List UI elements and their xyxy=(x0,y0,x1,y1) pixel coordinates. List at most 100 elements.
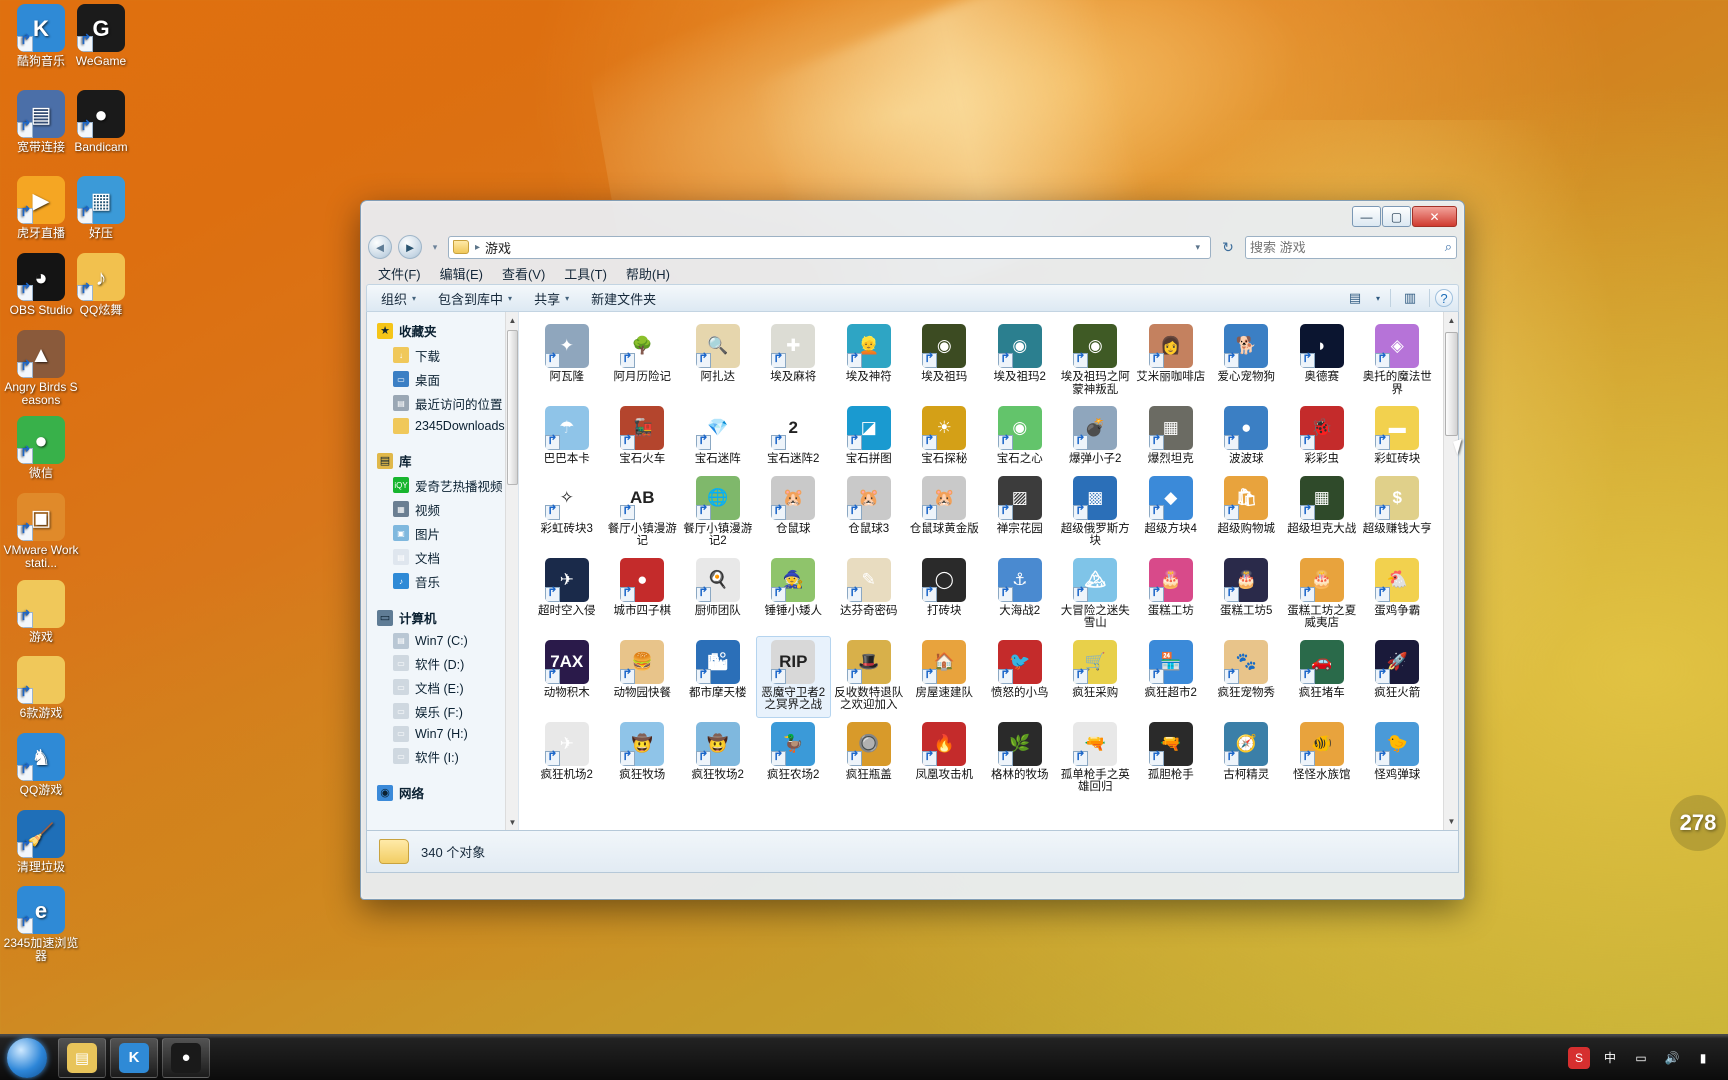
sidebar-item-drive-icon[interactable]: ▭ 文档 (E:) xyxy=(367,675,518,699)
file-item[interactable]: ◗ 奥德赛 xyxy=(1284,320,1360,402)
sogou-input-icon[interactable]: S xyxy=(1568,1046,1590,1069)
file-item[interactable]: ✧ 彩虹砖块3 xyxy=(529,472,605,554)
file-item[interactable]: 🚗 疯狂堵车 xyxy=(1284,636,1360,718)
file-item[interactable]: RIP恶魔守卫者2之冥界之战 xyxy=(755,635,831,718)
file-item[interactable]: ▬ 彩虹砖块 xyxy=(1360,402,1436,472)
sidebar-item-pictures-library-icon[interactable]: ▣ 图片 xyxy=(367,521,518,545)
breadcrumb-current-folder[interactable]: 游戏 xyxy=(485,238,1189,257)
sidebar-group-network-icon[interactable]: ◉ 网络 xyxy=(367,780,518,805)
sidebar-item-music-library-icon[interactable]: ♪ 音乐 xyxy=(367,569,518,593)
start-button[interactable] xyxy=(0,1035,54,1080)
chevron-down-icon[interactable]: ▾ xyxy=(1371,287,1385,309)
view-layout-icon[interactable]: ▤ xyxy=(1341,287,1369,309)
file-item[interactable]: ▨ 禅宗花园 xyxy=(982,472,1058,554)
file-item[interactable]: 🏠 房屋速建队 xyxy=(907,636,983,718)
sidebar-item-drive-icon[interactable]: ▭ 软件 (D:) xyxy=(367,651,518,675)
taskbar[interactable]: ▤ K ● S 中 ▭ 🔊 ▮ xyxy=(0,1034,1728,1080)
file-list-pane[interactable]: ✦ 阿瓦隆 🌳 阿月历险记 🔍 阿扎达 ✚ 埃及麻将 👱 埃及神符 ◉ 埃及祖玛 ◉ 埃及祖玛2 ◉ 埃及祖玛… xyxy=(519,312,1458,830)
forward-button[interactable]: ► xyxy=(398,235,422,259)
sidebar-scrollbar[interactable]: ▲ ▼ xyxy=(505,312,518,830)
file-item[interactable]: ◯ 打砖块 xyxy=(907,554,983,636)
sidebar-item-iqiyi-icon[interactable]: iQY 爱奇艺热播视频 xyxy=(367,473,518,497)
desktop-icon[interactable]: 游戏 xyxy=(2,580,80,644)
file-item[interactable]: 🏪 疯狂超市2 xyxy=(1133,636,1209,718)
ime-chinese-icon[interactable]: 中 xyxy=(1599,1047,1621,1069)
file-item[interactable]: ⚓ 大海战2 xyxy=(982,554,1058,636)
file-item[interactable]: 🎂 蛋糕工坊 xyxy=(1133,554,1209,636)
recent-pages-dropdown-icon[interactable]: ▾ xyxy=(428,242,442,253)
sidebar-item-drive-icon[interactable]: ▭ 娱乐 (F:) xyxy=(367,699,518,723)
menu-item[interactable]: 工具(T) xyxy=(556,262,615,285)
file-item[interactable]: 🚂 宝石火车 xyxy=(605,402,681,472)
scroll-down-icon[interactable]: ▼ xyxy=(506,814,518,830)
file-item[interactable]: 🎩反收数特退队之欢迎加入 xyxy=(831,636,907,718)
file-item[interactable]: 🐾 疯狂宠物秀 xyxy=(1209,636,1285,718)
navigation-pane[interactable]: ▲ ▼ ★ 收藏夹 ↓ 下载 ▭ 桌面 ▤ 最近访问的位置 2345Downloads ▤ 库 iQY… xyxy=(367,312,519,830)
desktop-icon[interactable]: ♞ QQ游戏 xyxy=(2,733,80,797)
close-button[interactable]: ✕ xyxy=(1412,206,1457,227)
file-item[interactable]: 🏙 都市摩天楼 xyxy=(680,636,756,718)
file-list-scrollbar[interactable]: ▲ ▼ xyxy=(1443,312,1458,830)
file-item[interactable]: 🐦 愤怒的小鸟 xyxy=(982,636,1058,718)
menu-item[interactable]: 帮助(H) xyxy=(618,262,678,285)
new-folder-button[interactable]: 新建文件夹 xyxy=(582,286,665,311)
file-item[interactable]: 7AX 动物积木 xyxy=(529,636,605,718)
file-item[interactable]: ▦ 超级坦克大战 xyxy=(1284,472,1360,554)
file-item[interactable]: 🎂蛋糕工坊之夏威夷店 xyxy=(1284,554,1360,636)
address-dropdown-icon[interactable]: ▾ xyxy=(1189,242,1206,253)
file-item[interactable]: 🐠 怪怪水族馆 xyxy=(1284,718,1360,800)
back-button[interactable]: ◄ xyxy=(368,235,392,259)
file-item[interactable]: 🧭 古柯精灵 xyxy=(1209,718,1285,800)
file-item[interactable]: 🔍 阿扎达 xyxy=(680,320,756,402)
desktop-icon[interactable]: G WeGame xyxy=(62,4,140,68)
file-item[interactable]: ✎ 达芬奇密码 xyxy=(831,554,907,636)
share-button[interactable]: 共享 ▾ xyxy=(525,286,578,311)
file-item[interactable]: ✦ 阿瓦隆 xyxy=(529,320,605,402)
file-item[interactable]: 🌳 阿月历险记 xyxy=(605,320,681,402)
sidebar-item-videos-library-icon[interactable]: ▦ 视频 xyxy=(367,497,518,521)
file-item[interactable]: ◉ 宝石之心 xyxy=(982,402,1058,472)
maximize-button[interactable]: ▢ xyxy=(1382,206,1411,227)
file-item[interactable]: ◉ 埃及祖玛2 xyxy=(982,320,1058,402)
organize-button[interactable]: 组织 ▾ xyxy=(372,286,425,311)
file-item[interactable]: 🤠 疯狂牧场 xyxy=(605,718,681,800)
file-item[interactable]: ▩超级俄罗斯方块 xyxy=(1058,472,1134,554)
file-item[interactable]: 🐹 仓鼠球3 xyxy=(831,472,907,554)
preview-pane-icon[interactable]: ▥ xyxy=(1396,287,1424,309)
file-item[interactable]: ● 城市四子棋 xyxy=(605,554,681,636)
search-box[interactable]: ⌕ xyxy=(1245,235,1457,259)
sidebar-scroll-thumb[interactable] xyxy=(507,330,518,485)
sidebar-item-system-drive-icon[interactable]: ▤ Win7 (C:) xyxy=(367,630,518,651)
volume-icon[interactable]: 🔊 xyxy=(1661,1047,1683,1069)
ime-keyboard-icon[interactable]: ▭ xyxy=(1630,1047,1652,1069)
taskbar-button[interactable]: K xyxy=(110,1037,158,1078)
file-explorer-window[interactable]: — ▢ ✕ ◄ ► ▾ ▸ 游戏 ▾ ↻ ⌕ 文件(F)编辑(E)查看(V)工具… xyxy=(360,200,1465,900)
file-item[interactable]: 💣 爆弹小子2 xyxy=(1058,402,1134,472)
file-item[interactable]: 🛍 超级购物城 xyxy=(1209,472,1285,554)
file-item[interactable]: $ 超级赚钱大亨 xyxy=(1360,472,1436,554)
file-item[interactable]: ◉ 埃及祖玛之阿蒙神叛乱 xyxy=(1058,320,1134,402)
file-item[interactable]: ✈ 超时空入侵 xyxy=(529,554,605,636)
file-item[interactable]: 🏔大冒险之迷失雪山 xyxy=(1058,554,1134,636)
file-item[interactable]: 🛒 疯狂采购 xyxy=(1058,636,1134,718)
desktop-icon[interactable]: ● 微信 xyxy=(2,416,80,480)
help-icon[interactable]: ? xyxy=(1435,289,1453,307)
file-item[interactable]: 🐔 蛋鸡争霸 xyxy=(1360,554,1436,636)
file-item[interactable]: 🧙 锤锤小矮人 xyxy=(756,554,832,636)
refresh-button[interactable]: ↻ xyxy=(1217,236,1239,259)
file-item[interactable]: 🦆 疯狂农场2 xyxy=(756,718,832,800)
file-item[interactable]: AB餐厅小镇漫游记 xyxy=(605,472,681,554)
file-item[interactable]: 🔘 疯狂瓶盖 xyxy=(831,718,907,800)
file-item[interactable]: 🐤 怪鸡弹球 xyxy=(1360,718,1436,800)
desktop-icon[interactable]: ● Bandicam xyxy=(62,90,140,154)
sidebar-item-drive-icon[interactable]: ▭ 软件 (I:) xyxy=(367,744,518,768)
file-item[interactable]: 🐹 仓鼠球 xyxy=(756,472,832,554)
file-item[interactable]: 🐞 彩彩虫 xyxy=(1284,402,1360,472)
menu-item[interactable]: 查看(V) xyxy=(494,262,553,285)
file-item[interactable]: 🤠 疯狂牧场2 xyxy=(680,718,756,800)
file-item[interactable]: ✈ 疯狂机场2 xyxy=(529,718,605,800)
file-item[interactable]: 👱 埃及神符 xyxy=(831,320,907,402)
file-item[interactable]: ✚ 埃及麻将 xyxy=(756,320,832,402)
file-item[interactable]: 👩 艾米丽咖啡店 xyxy=(1133,320,1209,402)
sidebar-item-documents-library-icon[interactable]: ▤ 文档 xyxy=(367,545,518,569)
